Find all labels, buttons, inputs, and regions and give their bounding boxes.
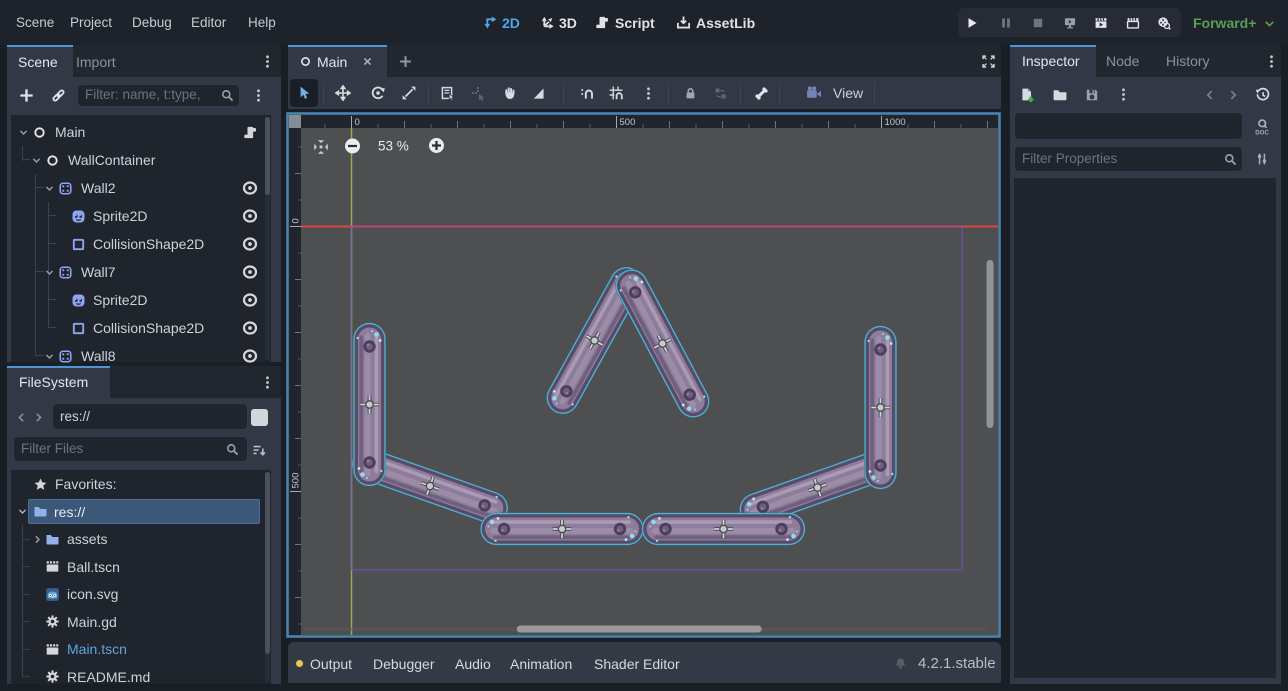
svg-text:1000: 1000: [885, 117, 906, 128]
svg-text:DOC: DOC: [1255, 130, 1269, 136]
svg-text:0: 0: [291, 218, 302, 223]
svg-text:0: 0: [355, 117, 360, 128]
svg-text:500: 500: [291, 473, 302, 489]
svg-text:53 %: 53 %: [378, 139, 409, 154]
svg-text:500: 500: [620, 117, 636, 128]
